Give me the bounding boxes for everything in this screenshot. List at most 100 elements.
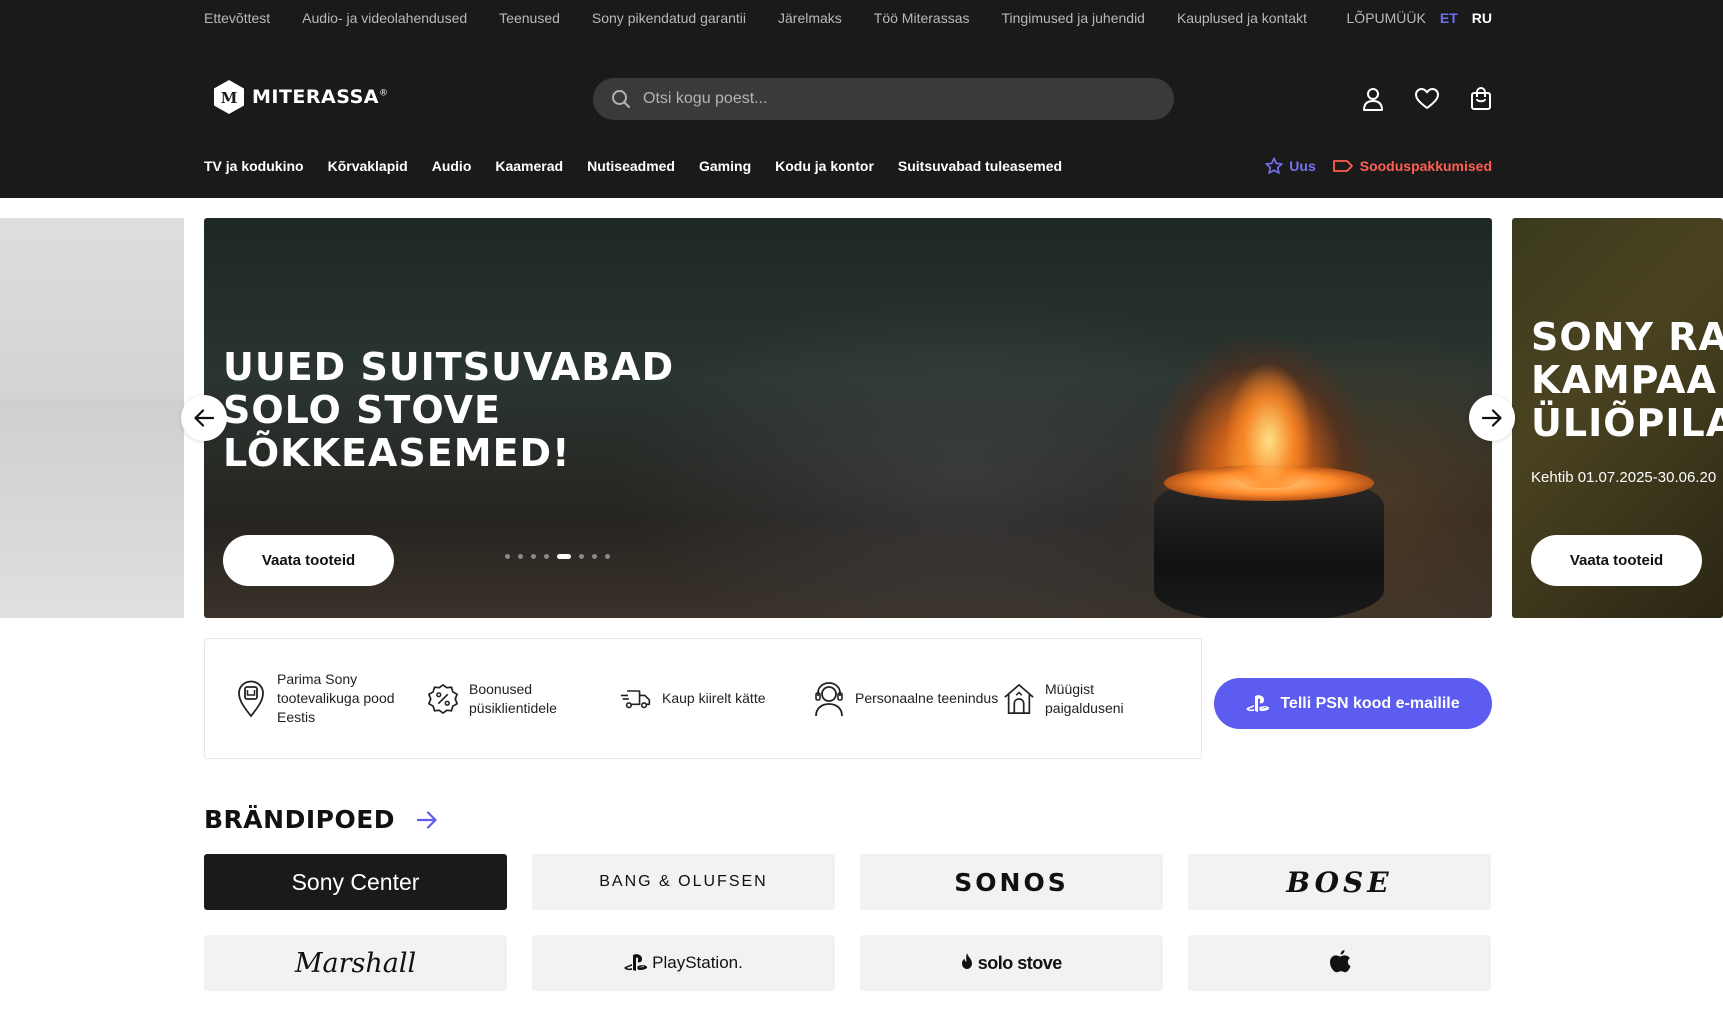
brand-sonos[interactable]: SONOS [860,854,1163,910]
cart-icon[interactable] [1468,86,1494,112]
carousel-prev-slide[interactable] [0,218,184,618]
nav-new-label: Uus [1289,158,1316,174]
usp-item: Personaalne teenindus [813,680,1003,718]
lang-et[interactable]: ET [1440,10,1458,26]
brand-playstation-logo: PlayStation. [624,953,743,973]
support-agent-icon [813,680,845,718]
nav-audio[interactable]: Audio [432,158,472,174]
topbar-link-installments[interactable]: Järelmaks [778,10,842,26]
brand-marshall[interactable]: Marshall [204,935,507,991]
carousel-next-button[interactable] [1469,395,1515,441]
brands-header: BRÄNDIPOED [204,805,437,834]
search-icon [612,90,630,108]
header-actions [1360,86,1494,112]
closeout-sale-link[interactable]: LÕPUMÜÜK [1347,10,1426,26]
nav-fire-pits[interactable]: Suitsuvabad tuleasemed [898,158,1062,174]
next-slide-title-line: SONY RA [1531,315,1723,359]
usp-bar: Parima Sony tootevalikuga pood Eestis Bo… [204,638,1202,759]
playstation-icon [624,954,648,971]
usp-item: Müügist paigalduseni [1003,680,1153,718]
usp-item: Boonused püsiklientidele [427,680,620,718]
usp-text: Personaalne teenindus [855,690,999,706]
hero-title: UUED SUITSUVABAD SOLO STOVE LÕKKEASEMED! [223,346,674,475]
top-bar: Ettevõttest Audio- ja videolahendused Te… [204,0,1492,36]
logo-mark-icon: M [214,80,244,114]
site-logo[interactable]: M MITERASSA® [214,80,388,114]
usp-item: Kaup kiirelt kätte [620,680,813,718]
brand-solo-stove[interactable]: solo stove [860,935,1163,991]
topbar-link-av-solutions[interactable]: Audio- ja videolahendused [302,10,467,26]
nav-cameras[interactable]: Kaamerad [495,158,563,174]
nav-gaming[interactable]: Gaming [699,158,751,174]
playstation-icon [1246,694,1270,712]
carousel-dot[interactable] [579,554,584,559]
logo-wordmark: MITERASSA® [252,86,389,108]
usp-text: Müügist paigalduseni [1045,680,1124,716]
next-slide-title-line: KAMPAA [1531,358,1717,402]
carousel-dot[interactable] [592,554,597,559]
next-slide-subtitle: Kehtib 01.07.2025-30.06.20 [1531,469,1717,486]
brand-sony-center[interactable]: Sony Center [204,854,507,910]
carousel-dot[interactable] [544,554,549,559]
tag-icon [1332,160,1353,172]
arrow-right-icon[interactable] [417,810,437,829]
site-header: Ettevõttest Audio- ja videolahendused Te… [0,0,1723,198]
usp-text: Parima Sony tootevalikuga pood Eestis [277,671,395,725]
sony-store-icon [235,680,267,718]
topbar-link-company[interactable]: Ettevõttest [204,10,270,26]
lang-ru[interactable]: RU [1472,10,1492,26]
topbar-link-careers[interactable]: Töö Miterassas [874,10,970,26]
topbar-link-services[interactable]: Teenused [499,10,560,26]
brand-grid: Sony Center BANG & OLUFSEN SONOS BOSE Ma… [204,854,1492,991]
carousel-next-slide[interactable]: SONY RA KAMPAA ÜLIÕPILA Kehtib 01.07.202… [1512,218,1723,618]
hero-cta-button[interactable]: Vaata tooteid [223,535,394,586]
brand-label: Sony Center [291,868,420,895]
search-input[interactable] [643,90,1143,108]
heart-icon[interactable] [1414,86,1440,112]
search-bar[interactable] [593,78,1174,120]
discount-badge-icon [427,680,459,718]
brand-label: PlayStation. [652,953,743,972]
nav-headphones[interactable]: Kõrvaklapid [328,158,408,174]
nav-tv[interactable]: TV ja kodukino [204,158,304,174]
nav-smart-devices[interactable]: Nutiseadmed [587,158,675,174]
nav-deals[interactable]: Sooduspakkumised [1332,158,1492,174]
delivery-truck-icon [620,680,652,718]
next-slide-title-line: ÜLIÕPILA [1531,401,1723,445]
nav-new[interactable]: Uus [1265,157,1316,175]
carousel-dot[interactable] [605,554,610,559]
carousel-active-slide: UUED SUITSUVABAD SOLO STOVE LÕKKEASEMED!… [204,218,1492,618]
brand-bose[interactable]: BOSE [1188,854,1491,910]
hero-title-line: SOLO STOVE [223,388,502,432]
brand-playstation[interactable]: PlayStation. [532,935,835,991]
topbar-link-warranty[interactable]: Sony pikendatud garantii [592,10,746,26]
fire-pit-image [1154,465,1384,618]
psn-code-button[interactable]: Telli PSN kood e-mailile [1214,678,1492,729]
svg-text:M: M [221,89,238,107]
nav-deals-label: Sooduspakkumised [1359,158,1492,174]
carousel-dots [505,554,610,559]
usp-text: Boonused püsiklientidele [469,680,557,716]
topbar-link-stores[interactable]: Kauplused ja kontakt [1177,10,1307,26]
brand-label: Marshall [294,947,417,979]
arrow-left-icon [194,409,214,427]
carousel-dot[interactable] [505,554,510,559]
user-icon[interactable] [1360,86,1386,112]
brand-bang-olufsen[interactable]: BANG & OLUFSEN [532,854,835,910]
arrow-right-icon [1482,409,1502,427]
flame-image [1214,328,1324,488]
flame-icon [962,952,973,969]
apple-icon [1329,950,1350,973]
brand-apple[interactable] [1188,935,1491,991]
topbar-link-terms[interactable]: Tingimused ja juhendid [1002,10,1145,26]
carousel-dot[interactable] [518,554,523,559]
hero-title-line: UUED SUITSUVABAD [223,345,675,389]
home-install-icon [1003,680,1035,718]
next-slide-cta-button[interactable]: Vaata tooteid [1531,535,1702,586]
nav-home-office[interactable]: Kodu ja kontor [775,158,874,174]
carousel-prev-button[interactable] [181,395,227,441]
hero-title-line: LÕKKEASEMED! [223,431,571,475]
carousel-dot-active[interactable] [557,554,571,559]
main-navigation: TV ja kodukino Kõrvaklapid Audio Kaamera… [204,154,1492,178]
carousel-dot[interactable] [531,554,536,559]
